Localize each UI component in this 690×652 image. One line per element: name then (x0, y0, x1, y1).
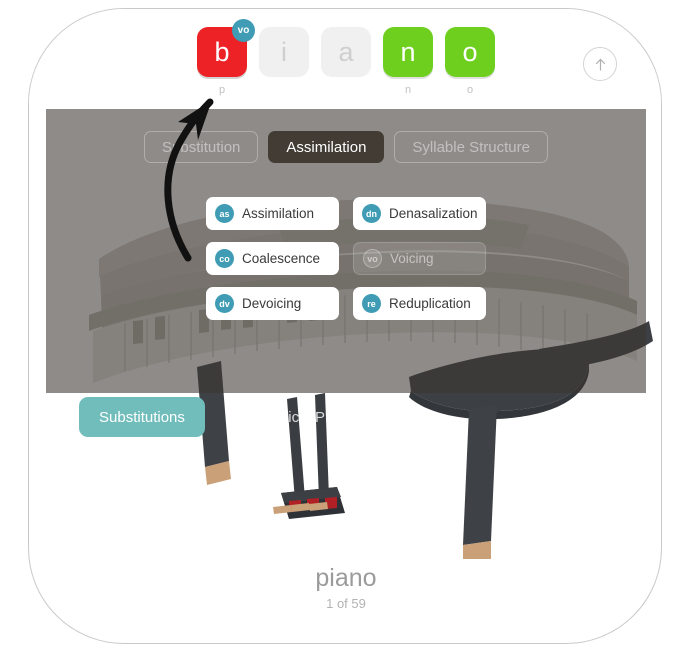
tile-letter-box[interactable]: a (321, 27, 371, 77)
tile-letter: n (400, 36, 416, 67)
app-root: b vo p i a n n o o Substitution Assimila… (0, 0, 690, 652)
option-voicing: vo Voicing (353, 242, 486, 275)
process-option-grid: as Assimilation dn Denasalization co Coa… (46, 197, 646, 320)
tile-letter: b (214, 36, 230, 67)
option-label: Coalescence (242, 251, 321, 266)
option-assimilation[interactable]: as Assimilation (206, 197, 339, 230)
word-caption: piano 1 of 59 (29, 564, 661, 611)
option-label: Denasalization (389, 206, 478, 221)
share-button[interactable] (583, 47, 617, 81)
option-label: Devoicing (242, 296, 302, 311)
bottom-tab-bar: Substitutions Phonological Processes (79, 397, 405, 437)
word-tile-1[interactable]: i (259, 27, 309, 97)
tile-sublabel: n (404, 84, 412, 96)
segment-substitution[interactable]: Substitution (144, 131, 259, 163)
tab-phonological-processes[interactable]: Phonological Processes (205, 397, 405, 437)
tile-letter-box[interactable]: i (259, 27, 309, 77)
segment-syllable-structure[interactable]: Syllable Structure (394, 131, 548, 163)
caption-word: piano (315, 564, 377, 593)
tile-sublabel: o (466, 84, 474, 96)
tile-letter: a (338, 36, 354, 67)
word-tile-strip: b vo p i a n n o o (29, 9, 661, 109)
tile-process-badge[interactable]: vo (232, 19, 255, 42)
word-tiles: b vo p i a n n o o (197, 19, 495, 97)
tile-sublabel: p (218, 84, 226, 96)
option-label: Assimilation (242, 206, 315, 221)
tile-letter-box[interactable]: n (383, 27, 433, 77)
caption-count: 1 of 59 (326, 596, 366, 611)
process-category-segments: Substitution Assimilation Syllable Struc… (46, 131, 646, 163)
option-badge: re (362, 294, 381, 313)
lesson-card: b vo p i a n n o o Substitution Assimila… (28, 8, 662, 644)
segment-label: Substitution (162, 138, 241, 156)
segment-label: Assimilation (286, 138, 367, 156)
segment-assimilation[interactable]: Assimilation (268, 131, 385, 163)
tile-letter-box[interactable]: b vo (197, 19, 255, 77)
tile-letter: i (281, 36, 287, 67)
process-picker-overlay: Substitution Assimilation Syllable Struc… (46, 109, 646, 393)
option-badge: as (215, 204, 234, 223)
tab-substitutions[interactable]: Substitutions (79, 397, 205, 437)
option-coalescence[interactable]: co Coalescence (206, 242, 339, 275)
tile-letter: o (462, 36, 478, 67)
option-label: Voicing (390, 251, 434, 266)
option-badge: vo (363, 249, 382, 268)
word-tile-0[interactable]: b vo p (197, 19, 255, 97)
arrow-up-icon (595, 58, 605, 71)
tab-label: Substitutions (99, 408, 185, 426)
option-label: Reduplication (389, 296, 471, 311)
option-badge: dv (215, 294, 234, 313)
tile-letter-box[interactable]: o (445, 27, 495, 77)
word-tile-4[interactable]: o o (445, 27, 495, 97)
word-tile-2[interactable]: a (321, 27, 371, 97)
tab-label: Phonological Processes (224, 408, 385, 426)
option-badge: dn (362, 204, 381, 223)
option-badge: co (215, 249, 234, 268)
option-denasalization[interactable]: dn Denasalization (353, 197, 486, 230)
word-tile-3[interactable]: n n (383, 27, 433, 97)
option-devoicing[interactable]: dv Devoicing (206, 287, 339, 320)
option-reduplication[interactable]: re Reduplication (353, 287, 486, 320)
segment-label: Syllable Structure (412, 138, 530, 156)
